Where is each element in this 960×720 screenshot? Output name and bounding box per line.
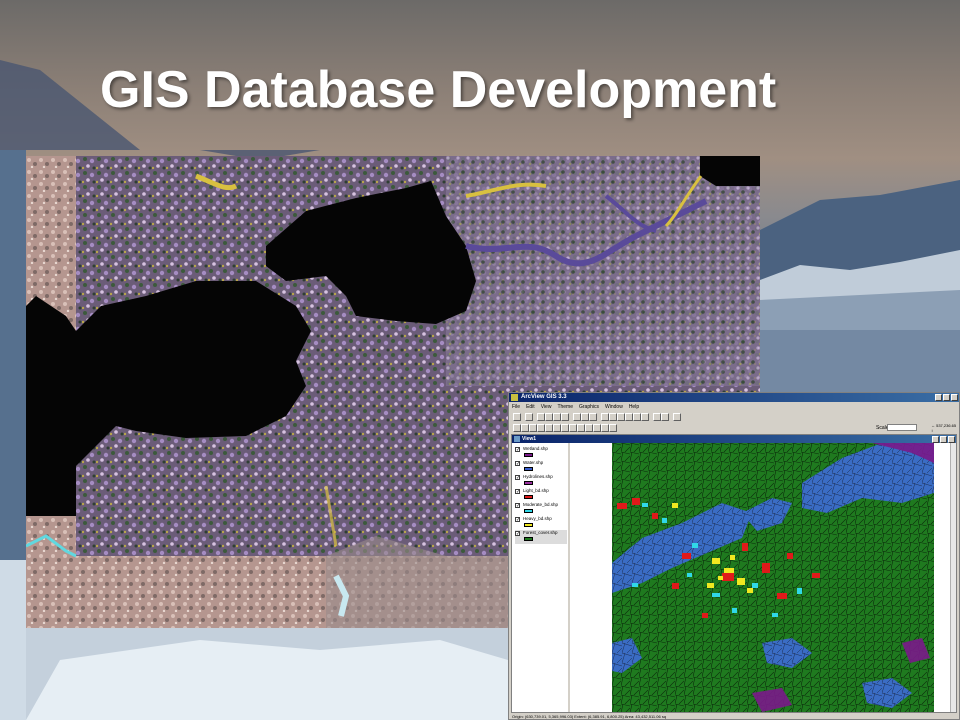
legend-swatch — [524, 453, 533, 457]
theme-checkbox[interactable]: ✓ — [515, 447, 520, 453]
edit-legend-button[interactable] — [545, 413, 553, 421]
view-icon — [514, 436, 520, 442]
forest-cover-map — [612, 443, 934, 712]
legend-swatch — [524, 467, 533, 471]
close-button[interactable] — [951, 394, 958, 401]
view-title: View1 — [522, 436, 537, 442]
arcview-title: ArcView GIS 3.3 — [521, 394, 567, 400]
arcview-app-icon — [511, 394, 518, 401]
menu-bar: File Edit View Theme Graphics Window Hel… — [509, 403, 959, 411]
vertex-edit-tool[interactable] — [529, 424, 537, 432]
zoom-previous-button[interactable] — [641, 413, 649, 421]
zoom-active-themes-button[interactable] — [609, 413, 617, 421]
view-minimize-button[interactable] — [932, 436, 939, 443]
theme-checkbox[interactable]: ✓ — [515, 517, 520, 523]
pointer-tool[interactable] — [521, 424, 529, 432]
open-table-button[interactable] — [553, 413, 561, 421]
tool-bar: Scale 1: ↔ 537,236.65 ↕ 5,373,479.03 — [511, 423, 957, 438]
x-coordinate: ↔ 537,236.65 — [931, 423, 957, 428]
add-theme-button[interactable] — [525, 413, 533, 421]
save-project-button[interactable] — [513, 413, 521, 421]
scale-input[interactable] — [887, 424, 917, 431]
theme-moderate-bd[interactable]: ✓ Moderate_bd.shp — [515, 502, 567, 516]
view-close-button[interactable] — [948, 436, 955, 443]
theme-water[interactable]: ✓ Water.shp — [515, 460, 567, 474]
theme-name: Water.shp — [523, 460, 544, 465]
theme-checkbox[interactable]: ✓ — [515, 461, 520, 467]
theme-forest-cover[interactable]: ✓ Forest_cover.shp — [515, 530, 567, 544]
zoom-out-tool[interactable] — [553, 424, 561, 432]
theme-heavy-bd[interactable]: ✓ Heavy_bd.shp — [515, 516, 567, 530]
theme-name: Moderate_bd.shp — [523, 502, 559, 507]
zoom-full-extent-button[interactable] — [601, 413, 609, 421]
menu-theme[interactable]: Theme — [557, 403, 573, 411]
map-display[interactable] — [612, 443, 934, 712]
slide-title: GIS Database Development — [100, 61, 777, 119]
locate-address-button[interactable] — [581, 413, 589, 421]
clear-selection-button[interactable] — [661, 413, 669, 421]
menu-graphics[interactable]: Graphics — [579, 403, 599, 411]
legend-swatch — [524, 537, 533, 541]
hotlink-button[interactable] — [589, 413, 597, 421]
theme-name: Hydrolines.shp — [523, 474, 553, 479]
text-tool[interactable] — [601, 424, 609, 432]
zoom-in-button[interactable] — [625, 413, 633, 421]
status-bar: Origin: (630,739.01, 5,365,996.03) Exten… — [512, 714, 667, 719]
theme-wetland[interactable]: ✓ Wetland.shp — [515, 446, 567, 460]
vertical-scrollbar[interactable] — [950, 443, 956, 712]
button-bar — [511, 412, 957, 422]
arcview-window[interactable]: ArcView GIS 3.3 File Edit View Theme Gra… — [508, 392, 960, 720]
menu-window[interactable]: Window — [605, 403, 623, 411]
help-button[interactable] — [673, 413, 681, 421]
select-feature-tool[interactable] — [537, 424, 545, 432]
legend-swatch — [524, 495, 533, 499]
minimize-button[interactable] — [935, 394, 942, 401]
select-features-button[interactable] — [653, 413, 661, 421]
theme-checkbox[interactable]: ✓ — [515, 503, 520, 509]
maximize-button[interactable] — [943, 394, 950, 401]
legend-swatch — [524, 523, 533, 527]
menu-help[interactable]: Help — [629, 403, 639, 411]
find-button[interactable] — [561, 413, 569, 421]
zoom-out-button[interactable] — [633, 413, 641, 421]
view-maximize-button[interactable] — [940, 436, 947, 443]
menu-file[interactable]: File — [512, 403, 520, 411]
legend-swatch — [524, 509, 533, 513]
view-window[interactable]: View1 ✓ Wetland.shp ✓ Water.shp ✓ Hydrol… — [511, 434, 957, 713]
theme-name: Forest_cover.shp — [523, 530, 558, 535]
table-of-contents: ✓ Wetland.shp ✓ Water.shp ✓ Hydrolines.s… — [512, 443, 570, 712]
theme-checkbox[interactable]: ✓ — [515, 489, 520, 495]
theme-hydrolines[interactable]: ✓ Hydrolines.shp — [515, 474, 567, 488]
zoom-selected-button[interactable] — [617, 413, 625, 421]
query-builder-button[interactable] — [573, 413, 581, 421]
area-of-interest-tool[interactable] — [585, 424, 593, 432]
menu-view[interactable]: View — [541, 403, 552, 411]
measure-tool[interactable] — [569, 424, 577, 432]
legend-swatch — [524, 481, 533, 485]
theme-light-bd[interactable]: ✓ Light_bd.shp — [515, 488, 567, 502]
hotlink-tool[interactable] — [577, 424, 585, 432]
menu-edit[interactable]: Edit — [526, 403, 535, 411]
map-margin — [570, 443, 612, 712]
theme-name: Wetland.shp — [523, 446, 548, 451]
theme-checkbox[interactable]: ✓ — [515, 531, 520, 537]
zoom-in-tool[interactable] — [545, 424, 553, 432]
view-titlebar[interactable]: View1 — [512, 435, 956, 443]
label-tool[interactable] — [593, 424, 601, 432]
draw-tool[interactable] — [609, 424, 617, 432]
theme-name: Light_bd.shp — [523, 488, 549, 493]
theme-name: Heavy_bd.shp — [523, 516, 552, 521]
theme-properties-button[interactable] — [537, 413, 545, 421]
identify-tool[interactable] — [513, 424, 521, 432]
pan-tool[interactable] — [561, 424, 569, 432]
theme-checkbox[interactable]: ✓ — [515, 475, 520, 481]
arcview-titlebar[interactable]: ArcView GIS 3.3 — [509, 393, 959, 402]
